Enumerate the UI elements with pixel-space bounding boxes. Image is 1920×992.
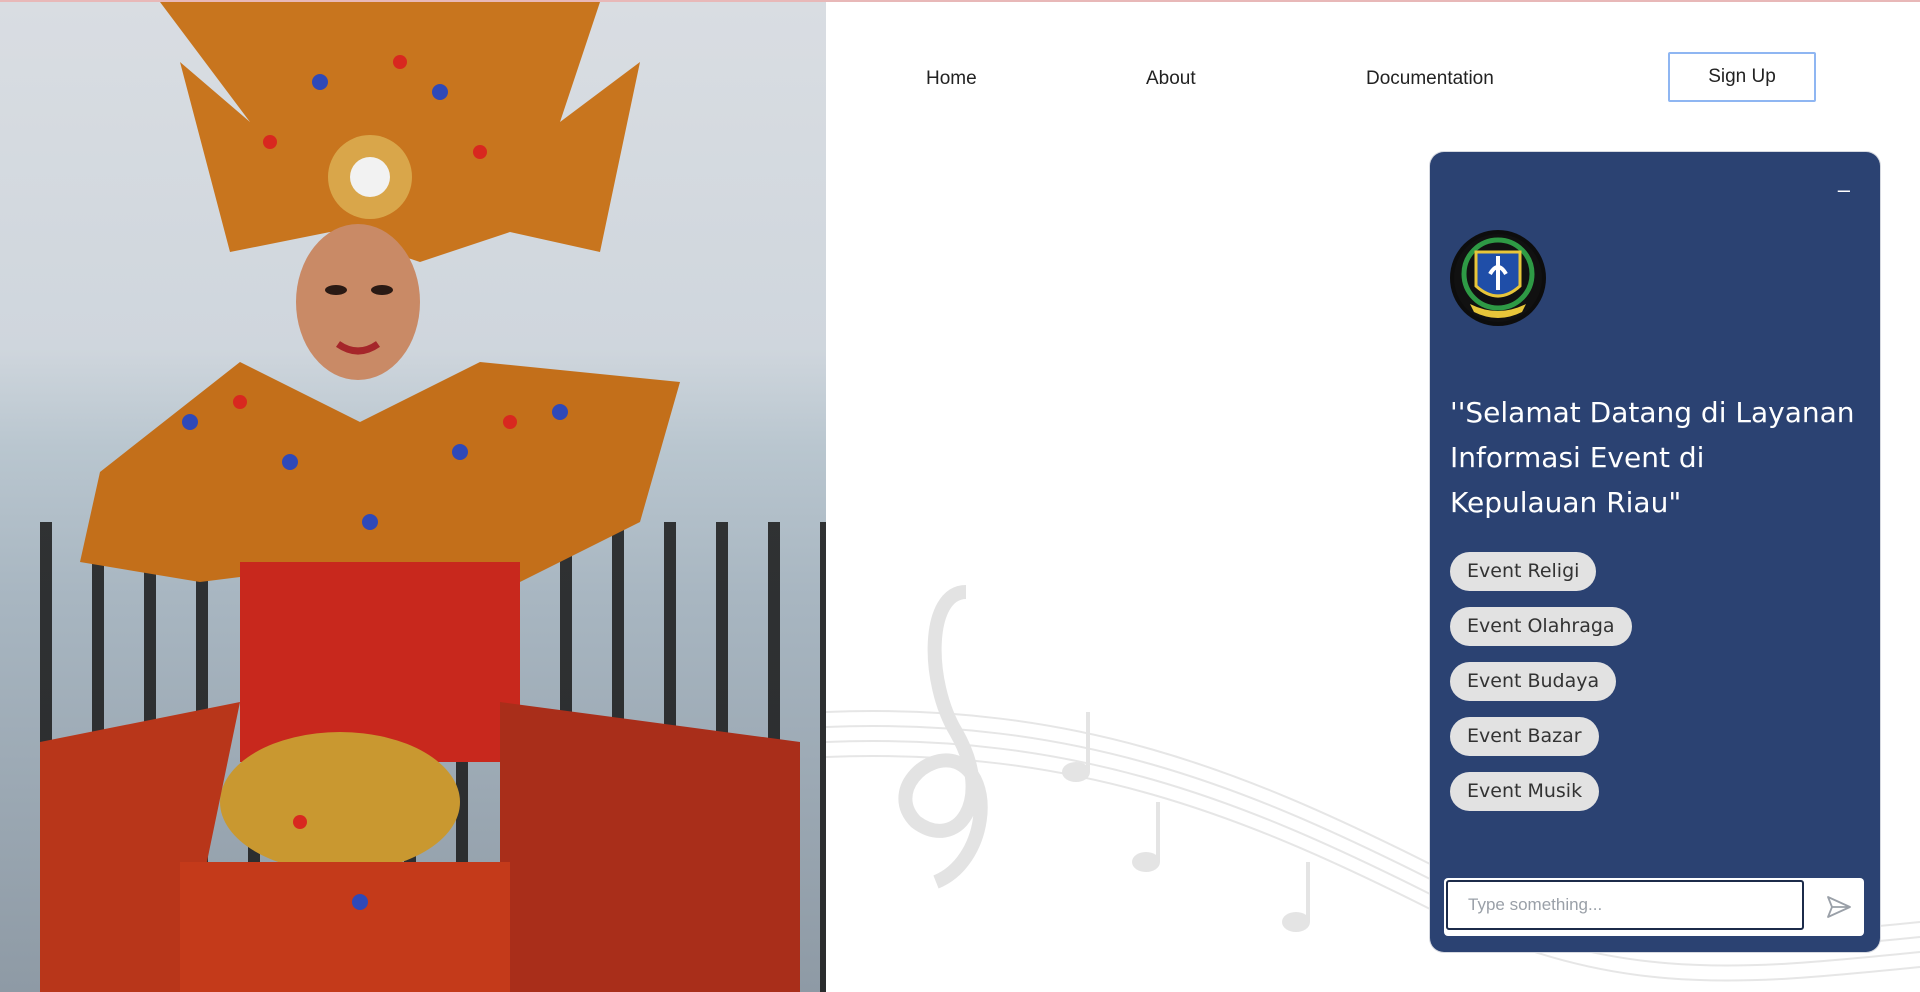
chip-event-budaya[interactable]: Event Budaya [1450, 662, 1617, 701]
event-category-chips: Event Religi Event Olahraga Event Budaya… [1450, 552, 1632, 827]
nav-link-home[interactable]: Home [926, 68, 977, 90]
signup-button[interactable]: Sign Up [1668, 52, 1816, 102]
hero-image [0, 2, 826, 992]
message-input-bar [1444, 878, 1864, 936]
message-input[interactable] [1446, 880, 1804, 930]
chip-event-bazar[interactable]: Event Bazar [1450, 717, 1599, 756]
nav-link-documentation[interactable]: Documentation [1366, 68, 1494, 90]
chat-widget: – ''Selamat Datang di Layanan Informasi … [1430, 152, 1880, 952]
nav-link-about[interactable]: About [1146, 68, 1196, 90]
welcome-message: ''Selamat Datang di Layanan Informasi Ev… [1450, 396, 1855, 519]
send-icon[interactable] [1826, 894, 1852, 920]
emblem-icon [1454, 234, 1542, 322]
chip-event-olahraga[interactable]: Event Olahraga [1450, 607, 1632, 646]
top-navigation: Home About Documentation Sign Up [826, 2, 1920, 152]
provincial-emblem-logo [1450, 230, 1546, 326]
minimize-icon[interactable]: – [1838, 179, 1850, 201]
chip-event-musik[interactable]: Event Musik [1450, 772, 1600, 811]
chip-event-religi[interactable]: Event Religi [1450, 552, 1597, 591]
dancer-costume-illustration [40, 2, 800, 992]
